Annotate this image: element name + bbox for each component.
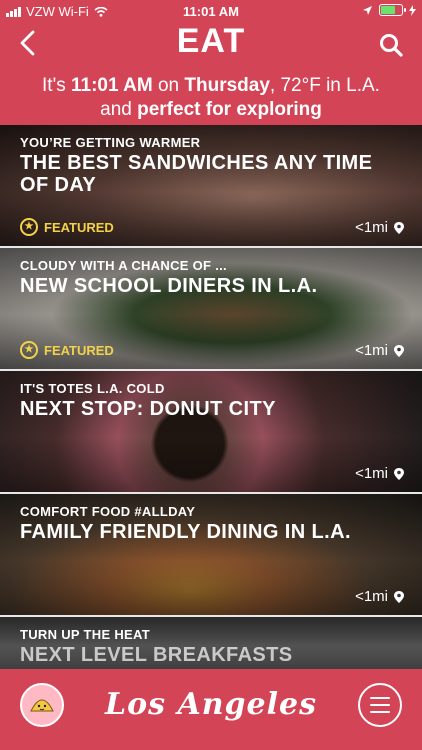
menu-button[interactable] [358,683,402,727]
distance-label: <1mi [355,465,388,482]
location-pin-icon [394,221,404,234]
context-weather: , 72°F in L.A. [269,75,380,96]
card-headline: FAMILY FRIENDLY DINING IN L.A. [20,521,351,543]
context-time: 11:01 AM [71,75,153,96]
battery-icon [379,4,406,16]
distance-label: <1mi [355,342,388,359]
distance: <1mi [355,465,404,482]
star-icon: ★ [20,341,38,359]
page-title: EAT [176,22,246,60]
list-item[interactable]: COMFORT FOOD #ALLDAY FAMILY FRIENDLY DIN… [0,494,422,617]
context-day: Thursday [184,75,270,96]
distance: <1mi [355,588,404,605]
search-icon[interactable] [378,32,404,58]
location-arrow-icon [363,5,372,15]
page-header: EAT It's 11:01 AM on Thursday, 72°F in L… [0,22,422,125]
status-time: 11:01 AM [183,4,239,19]
location-pin-icon [394,344,404,357]
distance-label: <1mi [355,219,388,236]
bottom-bar: Los Angeles [0,669,422,750]
location-pin-icon [394,467,404,480]
context-text: on [152,75,185,96]
card-headline: NEW SCHOOL DINERS IN L.A. [20,275,318,297]
charging-icon [409,4,416,16]
context-text: and [100,99,138,120]
card-headline: NEXT STOP: DONUT CITY [20,398,276,420]
featured-badge: ★ FEATURED [20,218,114,236]
card-eyebrow: IT'S TOTES L.A. COLD [20,381,165,396]
context-message: It's 11:01 AM on Thursday, 72°F in L.A. … [0,74,422,122]
card-feed[interactable]: YOU’RE GETTING WARMER THE BEST SANDWICHE… [0,125,422,669]
list-item[interactable]: IT'S TOTES L.A. COLD NEXT STOP: DONUT CI… [0,371,422,494]
list-item[interactable]: YOU’RE GETTING WARMER THE BEST SANDWICHE… [0,125,422,248]
card-eyebrow: TURN UP THE HEAT [20,627,150,642]
location-pin-icon [394,590,404,603]
status-right [362,4,416,16]
context-text: It's [42,75,71,96]
featured-badge: ★ FEATURED [20,341,114,359]
badge-label: FEATURED [44,219,114,235]
distance: <1mi [355,342,404,359]
list-item[interactable]: CLOUDY WITH A CHANCE OF ... NEW SCHOOL D… [0,248,422,371]
distance: <1mi [355,219,404,236]
card-eyebrow: COMFORT FOOD #ALLDAY [20,504,196,519]
list-item[interactable]: TURN UP THE HEAT NEXT LEVEL BREAKFASTS [0,617,422,669]
card-headline: NEXT LEVEL BREAKFASTS [20,644,293,666]
card-headline: THE BEST SANDWICHES ANY TIME OF DAY [20,152,373,196]
badge-label: FEATURED [44,342,114,358]
distance-label: <1mi [355,588,388,605]
status-bar: VZW Wi-Fi 11:01 AM [0,0,422,22]
star-icon: ★ [20,218,38,236]
card-eyebrow: YOU’RE GETTING WARMER [20,135,201,150]
card-eyebrow: CLOUDY WITH A CHANCE OF ... [20,258,227,273]
context-tagline: perfect for exploring [137,99,322,120]
